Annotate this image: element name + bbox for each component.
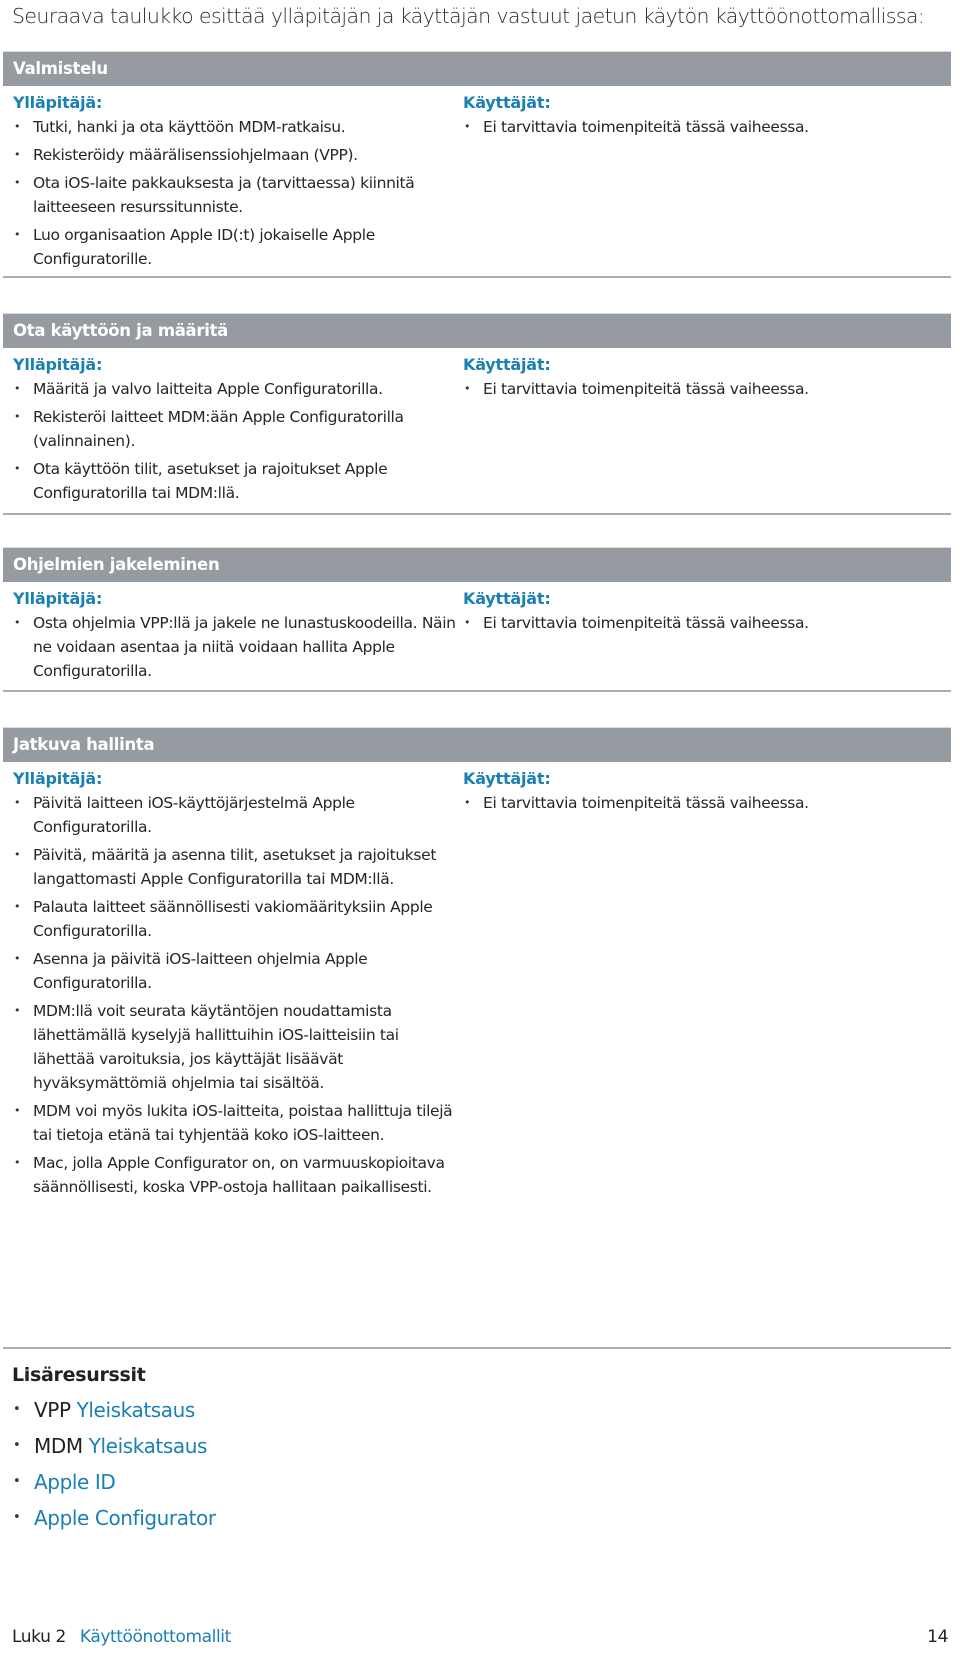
section-ota-kayttoon: Ota käyttöön ja määritä Ylläpitäjä: Määr…	[3, 313, 951, 515]
user-column: Käyttäjät: Ei tarvittavia toimenpiteitä …	[461, 582, 943, 687]
section-title: Jatkuva hallinta	[3, 727, 951, 762]
admin-column: Ylläpitäjä: Määritä ja valvo laitteita A…	[3, 348, 461, 509]
additional-resources: Lisäresurssit VPP Yleiskatsaus MDM Yleis…	[12, 1364, 216, 1536]
resource-link-apple-configurator[interactable]: Apple Configurator	[34, 1506, 216, 1530]
resource-prefix: VPP	[34, 1398, 71, 1422]
admin-label: Ylläpitäjä:	[13, 769, 103, 788]
admin-label: Ylläpitäjä:	[13, 589, 103, 608]
resources-list: VPP Yleiskatsaus MDM Yleiskatsaus Apple …	[12, 1392, 216, 1536]
resource-link-vpp-overview[interactable]: Yleiskatsaus	[77, 1398, 196, 1422]
page-number: 14	[927, 1627, 948, 1647]
section-title: Ota käyttöön ja määritä	[3, 313, 951, 348]
user-column: Käyttäjät: Ei tarvittavia toimenpiteitä …	[461, 348, 943, 509]
admin-list: Määritä ja valvo laitteita Apple Configu…	[13, 377, 461, 505]
user-list: Ei tarvittavia toimenpiteitä tässä vaihe…	[463, 377, 943, 401]
chapter-title-link[interactable]: Käyttöönottomallit	[80, 1627, 231, 1647]
section-divider	[3, 276, 951, 278]
section-title: Ohjelmien jakeleminen	[3, 547, 951, 582]
user-column: Käyttäjät: Ei tarvittavia toimenpiteitä …	[461, 86, 943, 275]
list-item: Ei tarvittavia toimenpiteitä tässä vaihe…	[463, 377, 943, 401]
section-jatkuva-hallinta: Jatkuva hallinta Ylläpitäjä: Päivitä lai…	[3, 727, 951, 1349]
list-item: Luo organisaation Apple ID(:t) jokaisell…	[13, 223, 461, 271]
list-item: Osta ohjelmia VPP:llä ja jakele ne lunas…	[13, 611, 461, 683]
admin-label: Ylläpitäjä:	[13, 93, 103, 112]
admin-column: Ylläpitäjä: Päivitä laitteen iOS-käyttöj…	[3, 762, 461, 1203]
user-list: Ei tarvittavia toimenpiteitä tässä vaihe…	[463, 611, 943, 635]
list-item: Päivitä, määritä ja asenna tilit, asetuk…	[13, 843, 461, 891]
list-item: Päivitä laitteen iOS-käyttöjärjestelmä A…	[13, 791, 461, 839]
resource-prefix: MDM	[34, 1434, 83, 1458]
list-item: Rekisteröidy määrälisenssiohjelmaan (VPP…	[13, 143, 461, 167]
resource-link-mdm-overview[interactable]: Yleiskatsaus	[89, 1434, 208, 1458]
admin-list: Tutki, hanki ja ota käyttöön MDM-ratkais…	[13, 115, 461, 271]
user-column: Käyttäjät: Ei tarvittavia toimenpiteitä …	[461, 762, 943, 1203]
list-item: Ei tarvittavia toimenpiteitä tässä vaihe…	[463, 611, 943, 635]
admin-list: Osta ohjelmia VPP:llä ja jakele ne lunas…	[13, 611, 461, 683]
section-divider	[3, 1347, 951, 1349]
list-item: MDM voi myös lukita iOS-laitteita, poist…	[13, 1099, 461, 1147]
intro-text: Seuraava taulukko esittää ylläpitäjän ja…	[12, 4, 925, 28]
user-label: Käyttäjät:	[463, 355, 551, 374]
admin-column: Ylläpitäjä: Tutki, hanki ja ota käyttöön…	[3, 86, 461, 275]
user-label: Käyttäjät:	[463, 93, 551, 112]
resource-link-apple-id[interactable]: Apple ID	[34, 1470, 116, 1494]
list-item: MDM:llä voit seurata käytäntöjen noudatt…	[13, 999, 461, 1095]
list-item: Ei tarvittavia toimenpiteitä tässä vaihe…	[463, 115, 943, 139]
list-item: Tutki, hanki ja ota käyttöön MDM-ratkais…	[13, 115, 461, 139]
list-item: Ota käyttöön tilit, asetukset ja rajoitu…	[13, 457, 461, 505]
user-list: Ei tarvittavia toimenpiteitä tässä vaihe…	[463, 115, 943, 139]
resource-item: Apple Configurator	[12, 1500, 216, 1536]
admin-label: Ylläpitäjä:	[13, 355, 103, 374]
resource-item: VPP Yleiskatsaus	[12, 1392, 216, 1428]
list-item: Ota iOS-laite pakkauksesta ja (tarvittae…	[13, 171, 461, 219]
page-footer: Luku 2 Käyttöönottomallit 14	[12, 1627, 948, 1647]
list-item: Palauta laitteet säännöllisesti vakiomää…	[13, 895, 461, 943]
user-list: Ei tarvittavia toimenpiteitä tässä vaihe…	[463, 791, 943, 815]
section-divider	[3, 513, 951, 515]
resource-item: MDM Yleiskatsaus	[12, 1428, 216, 1464]
list-item: Mac, jolla Apple Configurator on, on var…	[13, 1151, 461, 1199]
section-divider	[3, 690, 951, 692]
list-item: Asenna ja päivitä iOS-laitteen ohjelmia …	[13, 947, 461, 995]
section-title: Valmistelu	[3, 51, 951, 86]
chapter-label: Luku 2	[12, 1627, 66, 1647]
list-item: Ei tarvittavia toimenpiteitä tässä vaihe…	[463, 791, 943, 815]
section-valmistelu: Valmistelu Ylläpitäjä: Tutki, hanki ja o…	[3, 51, 951, 278]
list-item: Rekisteröi laitteet MDM:ään Apple Config…	[13, 405, 461, 453]
user-label: Käyttäjät:	[463, 769, 551, 788]
admin-list: Päivitä laitteen iOS-käyttöjärjestelmä A…	[13, 791, 461, 1199]
resources-heading: Lisäresurssit	[12, 1364, 146, 1386]
section-ohjelmien-jakeleminen: Ohjelmien jakeleminen Ylläpitäjä: Osta o…	[3, 547, 951, 693]
user-label: Käyttäjät:	[463, 589, 551, 608]
admin-column: Ylläpitäjä: Osta ohjelmia VPP:llä ja jak…	[3, 582, 461, 687]
resource-item: Apple ID	[12, 1464, 216, 1500]
list-item: Määritä ja valvo laitteita Apple Configu…	[13, 377, 461, 401]
